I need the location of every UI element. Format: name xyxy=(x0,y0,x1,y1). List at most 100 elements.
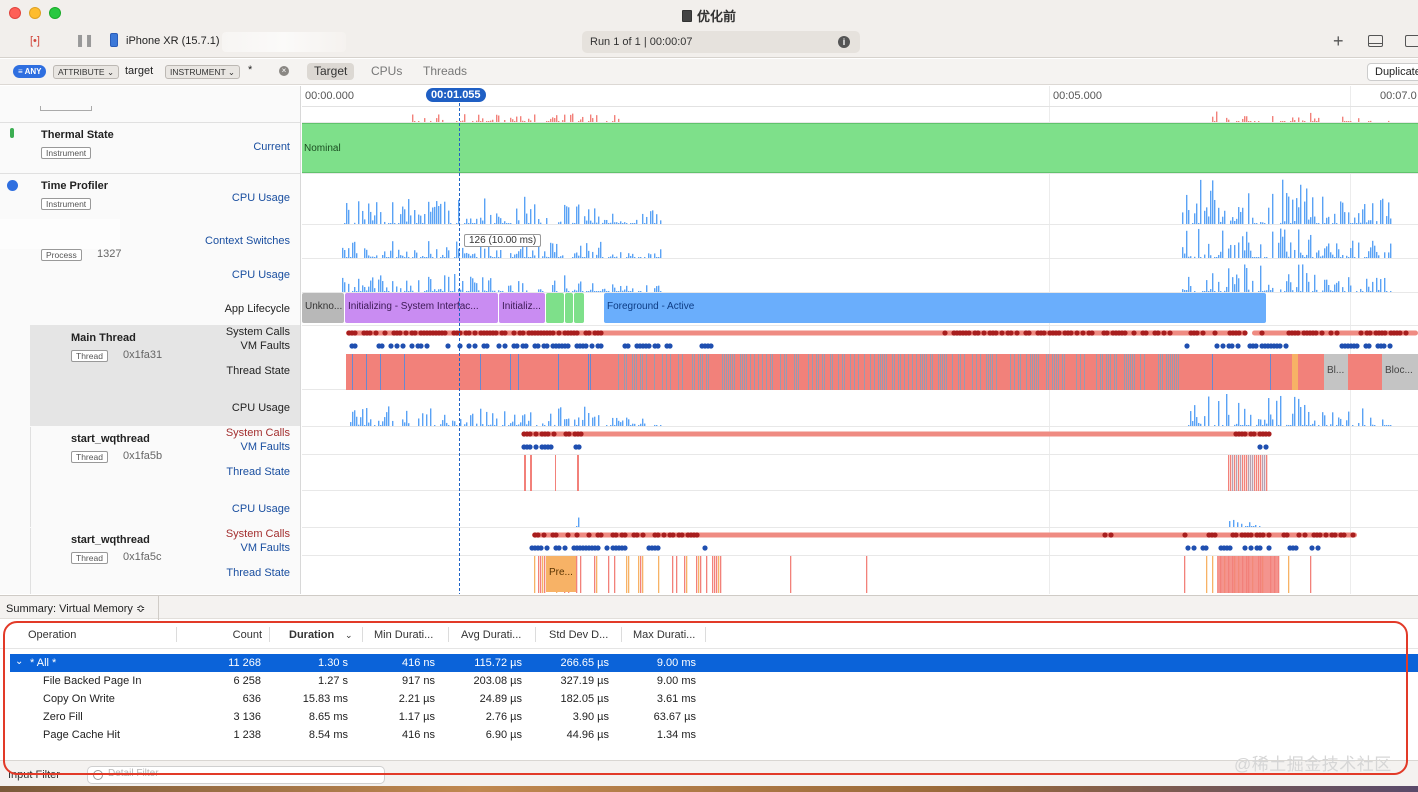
cpu-usage-bar xyxy=(1384,277,1386,292)
thread-state-tick xyxy=(988,354,989,390)
thread-state-preempted[interactable]: Pre... xyxy=(546,556,576,592)
thread-state-tick xyxy=(886,354,887,390)
cpu-usage-bar xyxy=(1248,193,1250,224)
inspection-cursor-time[interactable]: 00:01.055 xyxy=(426,88,486,102)
thread-state-blocked[interactable]: Bl... xyxy=(1324,354,1348,390)
cell-std: 327.19 µs xyxy=(560,675,609,687)
toggle-side-pane-icon[interactable] xyxy=(1405,35,1418,47)
disclosure-chevron-icon[interactable]: ⌄ xyxy=(15,656,23,667)
toggle-bottom-pane-icon[interactable] xyxy=(1368,35,1383,47)
cpu-usage-bar xyxy=(1260,222,1262,224)
column-min-duration[interactable]: Min Durati... xyxy=(374,629,433,641)
any-filter-badge[interactable]: ≡ ANY xyxy=(13,65,47,78)
lane-system-calls: System Calls xyxy=(225,326,290,338)
thread-state-tick xyxy=(646,354,647,390)
lifecycle-initializing[interactable]: Initializ... xyxy=(499,293,545,323)
column-avg-duration[interactable]: Avg Durati... xyxy=(461,629,521,641)
vm-fault-dot xyxy=(655,343,661,349)
table-row[interactable]: File Backed Page In 6 258 1.27 s 917 ns … xyxy=(10,672,1418,690)
record-button[interactable]: [•] xyxy=(30,35,40,47)
detail-filter-field[interactable] xyxy=(87,766,385,784)
cpu-usage-bar xyxy=(578,283,580,292)
vm-fault-dot xyxy=(533,444,539,450)
clear-filter-icon[interactable]: × xyxy=(279,66,289,76)
cpu-usage-bar xyxy=(572,291,574,292)
column-max-duration[interactable]: Max Durati... xyxy=(633,629,695,641)
lifecycle-foreground-active[interactable]: Foreground - Active xyxy=(604,293,1266,323)
activity-bar xyxy=(528,118,530,122)
column-count[interactable]: Count xyxy=(200,629,262,641)
syscall-dot xyxy=(1008,330,1014,336)
inspection-cursor-line[interactable] xyxy=(459,98,460,594)
duplicate-button[interactable]: Duplicate xyxy=(1367,63,1418,81)
cpu-usage-bar xyxy=(564,419,566,426)
thread-state-blocked[interactable]: Bloc... xyxy=(1382,354,1418,390)
context-switch-bar xyxy=(584,257,586,258)
lifecycle-launch-segment[interactable] xyxy=(546,293,564,323)
vm-fault-dot xyxy=(388,343,394,349)
sort-descending-icon[interactable]: ⌄ xyxy=(345,630,353,641)
activity-bar xyxy=(472,121,474,122)
cpu-usage-bar xyxy=(572,222,574,224)
thread-state-tick xyxy=(1260,455,1262,491)
scope-target-tab[interactable]: Target xyxy=(307,63,355,80)
any-badge-text: ANY xyxy=(24,67,42,76)
timeline-tracks[interactable]: 00:00.000 00:05.000 00:07.0 00:01.055 No… xyxy=(302,86,1418,594)
thread-state-tick xyxy=(878,354,879,390)
cell-avg: 6.90 µs xyxy=(485,729,522,741)
scope-threads-tab[interactable]: Threads xyxy=(416,63,474,80)
thread-state-tick xyxy=(1054,354,1055,390)
device-selector[interactable]: iPhone XR (15.7.1) xyxy=(110,33,220,47)
cpu-usage-bar xyxy=(476,218,478,224)
table-row[interactable]: Zero Fill 3 136 8.65 ms 1.17 µs 2.76 µs … xyxy=(10,708,1418,726)
cpu-usage-bar xyxy=(1326,425,1328,426)
context-switch-bar xyxy=(354,241,356,258)
context-switch-bar xyxy=(344,249,346,258)
activity-bar xyxy=(546,121,548,122)
cell-std: 182.05 µs xyxy=(560,693,609,705)
syscall-dot xyxy=(1182,532,1188,538)
context-switch-bar xyxy=(1256,257,1258,258)
column-std-dev[interactable]: Std Dev D... xyxy=(549,629,608,641)
add-instrument-button[interactable]: + xyxy=(1333,31,1344,52)
instrument-token[interactable]: INSTRUMENT ⌄ xyxy=(165,65,241,79)
syscall-dot xyxy=(975,330,981,336)
cpu-usage-bar xyxy=(654,223,656,224)
cell-max: 3.61 ms xyxy=(656,693,696,705)
scope-cpus-tab[interactable]: CPUs xyxy=(364,63,409,80)
cpu-usage-bar xyxy=(436,291,438,292)
lifecycle-launch-segment[interactable] xyxy=(574,293,584,323)
context-switch-bar xyxy=(1286,251,1288,258)
device-name: iPhone XR (15.7.1) xyxy=(126,35,220,47)
wqthread-1-state-strip xyxy=(524,455,1268,491)
cpu-usage-bar xyxy=(432,207,434,224)
cpu-usage-bar xyxy=(1304,201,1306,224)
vm-fault-dot xyxy=(1242,545,1248,551)
syscall-dot xyxy=(1317,532,1323,538)
vm-fault-dot xyxy=(1248,545,1254,551)
info-icon[interactable]: i xyxy=(838,36,850,48)
attribute-token[interactable]: ATTRIBUTE ⌄ xyxy=(53,65,120,79)
cpu-usage-bar xyxy=(594,291,596,292)
lifecycle-initializing-system[interactable]: Initializing - System Interfac... xyxy=(345,293,498,323)
syscall-dot xyxy=(1041,330,1047,336)
table-row-all[interactable]: ⌄ * All * 11 268 1.30 s 416 ns 115.72 µs… xyxy=(10,654,1418,672)
column-operation[interactable]: Operation xyxy=(28,629,76,641)
detail-filter-input[interactable] xyxy=(108,768,368,779)
cpu-usage-bar xyxy=(1388,202,1390,224)
context-switch-bar xyxy=(558,257,560,258)
cpu-usage-bar xyxy=(630,425,632,426)
cpu-usage-bar xyxy=(1236,274,1238,292)
syscall-dot xyxy=(598,330,604,336)
context-switch-bar xyxy=(1242,236,1244,258)
table-row[interactable]: Copy On Write 636 15.83 ms 2.21 µs 24.89… xyxy=(10,690,1418,708)
table-row[interactable]: Page Cache Hit 1 238 8.54 ms 416 ns 6.90… xyxy=(10,726,1418,744)
cpu-usage-bar xyxy=(1280,222,1282,224)
pause-button[interactable]: ❚❚ xyxy=(75,33,94,47)
lifecycle-launch-segment[interactable] xyxy=(565,293,573,323)
lifecycle-unknown[interactable]: Unkno... xyxy=(302,293,344,323)
window-title-text: 优化前 xyxy=(696,9,736,24)
column-duration[interactable]: Duration xyxy=(289,629,334,641)
context-switch-bar xyxy=(1310,234,1312,258)
summary-selector[interactable]: Summary: Virtual Memory ≎ xyxy=(6,602,145,615)
